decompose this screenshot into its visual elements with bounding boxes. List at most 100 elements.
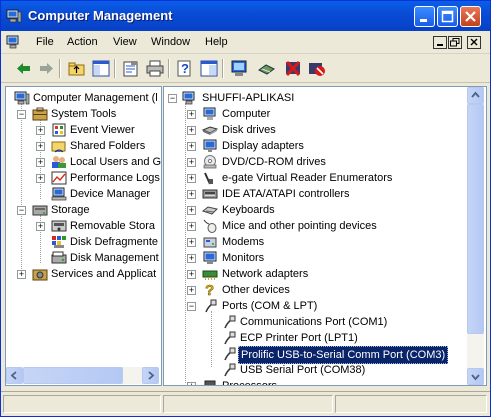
expand-toggle[interactable]: +	[187, 270, 196, 279]
device-tree-pane[interactable]: − SHUFFI-APLIKASI + Computer + Disk driv…	[163, 86, 487, 386]
update-driver-icon[interactable]	[258, 60, 276, 77]
close-button[interactable]	[460, 6, 481, 27]
expand-toggle[interactable]: +	[36, 142, 45, 151]
tree-item-label: Computer	[222, 108, 271, 120]
horizontal-scrollbar[interactable]	[6, 367, 159, 384]
expand-toggle[interactable]: +	[187, 174, 196, 183]
expand-toggle[interactable]: +	[187, 254, 196, 263]
tree-item[interactable]: USB Serial Port (COM38)	[164, 362, 464, 378]
collapse-toggle[interactable]: −	[168, 94, 177, 103]
forward-icon[interactable]	[37, 60, 55, 77]
tree-item[interactable]: − Storage	[6, 202, 156, 218]
tree-item[interactable]: + Event Viewer	[6, 122, 156, 138]
tree-item-label: e-gate Virtual Reader Enumerators	[222, 172, 393, 184]
menu-view[interactable]: View	[113, 36, 137, 48]
expand-toggle[interactable]: +	[187, 126, 196, 135]
tree-item[interactable]: Communications Port (COM1)	[164, 314, 464, 330]
uninstall-icon[interactable]	[284, 60, 302, 77]
tree-item[interactable]: Disk Management	[6, 250, 159, 266]
disable-icon[interactable]	[308, 60, 326, 77]
print-icon[interactable]	[146, 60, 164, 77]
tree-item[interactable]: − System Tools	[6, 106, 156, 122]
expand-toggle[interactable]: +	[36, 222, 45, 231]
mdi-close-button[interactable]	[467, 36, 481, 49]
scroll-left-button[interactable]	[6, 367, 23, 384]
tree-item[interactable]: + Shared Folders	[6, 138, 156, 154]
expand-toggle[interactable]: +	[187, 158, 196, 167]
status-cell	[3, 395, 161, 413]
expand-toggle[interactable]: +	[36, 158, 45, 167]
scroll-up-button[interactable]	[467, 87, 484, 104]
collapse-toggle[interactable]: −	[17, 110, 26, 119]
tree-item-label: Local Users and G	[70, 156, 162, 168]
scan-hardware-icon[interactable]	[230, 60, 248, 77]
title-bar[interactable]: Computer Management	[1, 1, 490, 31]
tree-item[interactable]: + Monitors	[164, 250, 464, 266]
expand-toggle[interactable]: +	[187, 142, 196, 151]
tree-item[interactable]: + Display adapters	[164, 138, 464, 154]
expand-toggle[interactable]: +	[187, 110, 196, 119]
mdi-restore-button[interactable]	[448, 36, 462, 49]
status-cell	[163, 395, 333, 413]
tree-item[interactable]: + Computer	[164, 106, 464, 122]
tree-item[interactable]: + ? Other devices	[164, 282, 464, 298]
expand-toggle[interactable]: +	[17, 270, 26, 279]
maximize-button[interactable]	[437, 6, 458, 27]
computer-icon	[182, 91, 195, 105]
tree-item-selected[interactable]: Prolific USB-to-Serial Comm Port (COM3)	[164, 346, 464, 364]
expand-toggle[interactable]: +	[187, 190, 196, 199]
show-hide-tree-icon[interactable]	[92, 60, 110, 77]
tree-item[interactable]: − SHUFFI-APLIKASI	[164, 90, 464, 106]
tree-item[interactable]: + Processors	[164, 378, 464, 385]
tree-item[interactable]: − Ports (COM & LPT)	[164, 298, 464, 314]
up-folder-icon[interactable]	[68, 60, 86, 77]
tree-item-label: Event Viewer	[70, 124, 135, 136]
scroll-thumb[interactable]	[467, 104, 484, 334]
menu-window[interactable]: Window	[151, 36, 190, 48]
tree-item-label: Disk Defragmente	[70, 236, 159, 248]
system-menu-icon[interactable]	[6, 35, 22, 49]
tree-item[interactable]: Disk Defragmente	[6, 234, 159, 250]
expand-toggle[interactable]: +	[187, 206, 196, 215]
tree-item[interactable]: + Keyboards	[164, 202, 464, 218]
tree-item[interactable]: + Services and Applicat	[6, 266, 156, 282]
expand-toggle[interactable]: +	[187, 238, 196, 247]
tree-item[interactable]: + Modems	[164, 234, 464, 250]
expand-toggle[interactable]: +	[187, 286, 196, 295]
tree-item[interactable]: + DVD/CD-ROM drives	[164, 154, 464, 170]
tree-item[interactable]: Device Manager	[6, 186, 156, 202]
collapse-toggle[interactable]: −	[187, 302, 196, 311]
mdi-minimize-button[interactable]	[433, 36, 447, 49]
expand-toggle[interactable]: +	[36, 126, 45, 135]
menu-help[interactable]: Help	[205, 36, 228, 48]
tree-item[interactable]: + Performance Logs	[6, 170, 160, 186]
tree-item[interactable]: + Disk drives	[164, 122, 464, 138]
tree-item[interactable]: + Mice and other pointing devices	[164, 218, 464, 234]
tree-item[interactable]: + Local Users and G	[6, 154, 161, 170]
arrow-down-icon	[471, 374, 480, 381]
tree-item[interactable]: + IDE ATA/ATAPI controllers	[164, 186, 464, 202]
tree-item-label: Removable Stora	[70, 220, 155, 232]
tree-item[interactable]: + Network adapters	[164, 266, 464, 282]
console-icon[interactable]	[200, 60, 218, 77]
scroll-right-button[interactable]	[142, 367, 159, 384]
tree-item[interactable]: + Removable Stora	[6, 218, 156, 234]
scroll-down-button[interactable]	[467, 368, 484, 385]
tree-item[interactable]: Computer Management (l	[6, 90, 158, 106]
tree-item[interactable]: ECP Printer Port (LPT1)	[164, 330, 464, 346]
minimize-button[interactable]	[414, 6, 435, 27]
vertical-scrollbar[interactable]	[467, 87, 484, 385]
console-tree-pane[interactable]: Computer Management (l − System Tools + …	[5, 86, 162, 386]
collapse-toggle[interactable]: −	[17, 206, 26, 215]
back-icon[interactable]	[15, 60, 33, 77]
expand-toggle[interactable]: +	[187, 382, 196, 385]
properties-icon[interactable]	[122, 60, 140, 77]
expand-toggle[interactable]: +	[36, 174, 45, 183]
expand-toggle[interactable]: +	[187, 222, 196, 231]
tree-item[interactable]: + e-gate Virtual Reader Enumerators	[164, 170, 464, 186]
menu-file[interactable]: File	[36, 36, 54, 48]
tree-item-label: Mice and other pointing devices	[222, 220, 377, 232]
menu-action[interactable]: Action	[67, 36, 98, 48]
help-icon[interactable]: ?	[176, 60, 194, 77]
scroll-thumb[interactable]	[23, 367, 123, 384]
